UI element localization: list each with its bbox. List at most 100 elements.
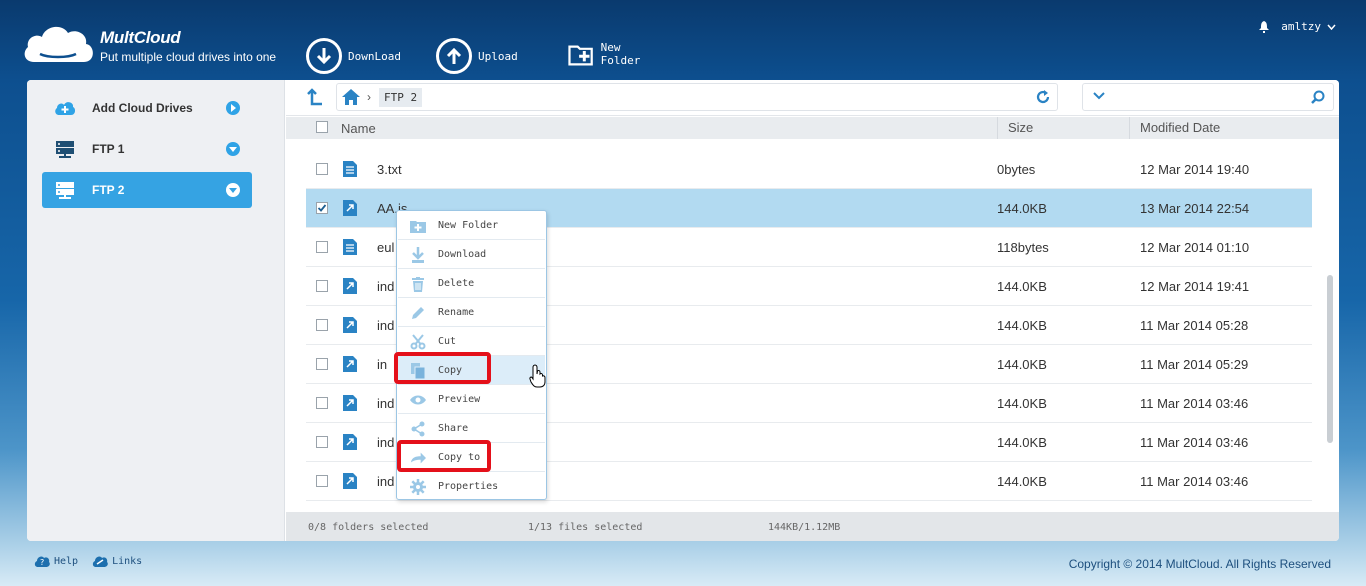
menu-item-label: Properties: [438, 481, 499, 492]
files-selected: 1/13 files selected: [528, 522, 643, 533]
menu-item-new-folder[interactable]: New Folder: [398, 211, 545, 240]
file-name: ind: [377, 318, 395, 333]
expand-arrow-icon[interactable]: [226, 101, 240, 115]
download-label: DownLoad: [348, 49, 401, 63]
text-file-icon: [343, 161, 357, 177]
column-modified-date[interactable]: Modified Date: [1129, 117, 1220, 139]
sidebar-item-ftp-2[interactable]: FTP 2: [42, 172, 252, 208]
menu-item-copy[interactable]: Copy: [398, 356, 545, 385]
eye-icon: [410, 392, 426, 408]
links-link[interactable]: Links: [92, 554, 142, 568]
footer-links: ? Help Links: [34, 554, 142, 568]
new-folder-icon: [410, 218, 426, 234]
menu-item-label: Share: [438, 423, 469, 434]
folders-selected: 0/8 folders selected: [308, 522, 429, 533]
table-row[interactable]: 3.txt 0bytes 12 Mar 2014 19:40: [306, 150, 1312, 189]
menu-item-label: Download: [438, 249, 487, 260]
row-checkbox[interactable]: [316, 202, 328, 217]
home-icon[interactable]: [341, 88, 361, 106]
script-file-icon: [343, 356, 357, 372]
main-panel: Add Cloud Drives FTP 1 FTP 2 › FTP 2 Nam…: [27, 80, 1339, 541]
upload-button[interactable]: Upload: [436, 38, 518, 74]
chevron-down-icon[interactable]: [1093, 91, 1105, 101]
app-logo[interactable]: MultCloud Put multiple cloud drives into…: [20, 18, 280, 68]
sidebar-item-label: FTP 2: [92, 183, 125, 197]
text-file-icon: [343, 239, 357, 255]
go-up-icon[interactable]: [306, 88, 324, 106]
expand-arrow-icon[interactable]: [226, 183, 240, 197]
menu-item-preview[interactable]: Preview: [398, 385, 545, 414]
upload-label: Upload: [478, 49, 518, 63]
search-icon[interactable]: [1311, 90, 1325, 104]
scrollbar[interactable]: [1327, 275, 1333, 443]
menu-item-properties[interactable]: Properties: [398, 472, 545, 501]
table-header: Name Size Modified Date: [286, 117, 1339, 139]
download-icon: [410, 247, 426, 263]
script-file-icon: [343, 395, 357, 411]
file-name: ind: [377, 396, 395, 411]
download-button[interactable]: DownLoad: [306, 38, 401, 74]
username: amltzy: [1281, 20, 1321, 33]
column-name[interactable]: Name: [341, 121, 376, 136]
script-file-icon: [343, 317, 357, 333]
bell-icon: [1259, 20, 1270, 33]
menu-item-label: Delete: [438, 278, 475, 289]
menu-item-label: New Folder: [438, 220, 499, 231]
breadcrumb-separator-icon: ›: [367, 90, 371, 104]
breadcrumb-item[interactable]: FTP 2: [379, 88, 423, 107]
menu-item-copy-to[interactable]: Copy to: [398, 443, 545, 472]
file-size: 144.0KB: [997, 435, 1047, 450]
file-name: eul: [377, 240, 395, 255]
script-file-icon: [343, 278, 357, 294]
file-date: 11 Mar 2014 03:46: [1140, 474, 1249, 489]
menu-item-label: Copy: [438, 365, 463, 376]
share-icon: [410, 421, 426, 437]
file-size: 144.0KB: [997, 318, 1047, 333]
sidebar-item-add-cloud-drives[interactable]: Add Cloud Drives: [42, 90, 252, 126]
user-menu[interactable]: amltzy: [1259, 20, 1336, 33]
script-file-icon: [343, 473, 357, 489]
copy-icon: [410, 363, 426, 379]
link-cloud-icon: [92, 556, 108, 567]
menu-item-cut[interactable]: Cut: [398, 327, 545, 356]
row-checkbox[interactable]: [316, 163, 328, 175]
help-link[interactable]: ? Help: [34, 554, 78, 568]
file-size: 144.0KB: [997, 396, 1047, 411]
hand-cursor-icon: [529, 364, 546, 388]
upload-icon: [436, 38, 472, 74]
menu-item-rename[interactable]: Rename: [398, 298, 545, 327]
expand-arrow-icon[interactable]: [226, 142, 240, 156]
row-checkbox[interactable]: [316, 436, 328, 448]
row-checkbox[interactable]: [316, 397, 328, 409]
file-size: 144.0KB: [997, 201, 1047, 216]
trash-icon: [410, 276, 426, 292]
refresh-icon[interactable]: [1035, 89, 1051, 105]
row-checkbox[interactable]: [316, 280, 328, 292]
new-folder-icon: [568, 45, 593, 66]
gear-icon: [410, 479, 426, 495]
script-file-icon: [343, 200, 357, 216]
app-name: MultCloud: [100, 28, 181, 47]
sidebar-item-ftp-1[interactable]: FTP 1: [42, 131, 252, 167]
row-checkbox[interactable]: [316, 358, 328, 370]
new-folder-label: New Folder: [600, 41, 641, 67]
context-menu: New Folder Download Delete Rename Cut Co…: [396, 210, 547, 500]
row-checkbox[interactable]: [316, 475, 328, 487]
menu-item-delete[interactable]: Delete: [398, 269, 545, 298]
menu-item-label: Preview: [438, 394, 481, 405]
file-date: 11 Mar 2014 05:29: [1140, 357, 1249, 372]
pencil-icon: [410, 305, 426, 321]
search-input[interactable]: [1113, 88, 1303, 106]
column-size[interactable]: Size: [997, 117, 1033, 139]
file-name: 3.txt: [377, 162, 402, 177]
menu-item-share[interactable]: Share: [398, 414, 545, 443]
status-bar: 0/8 folders selected 1/13 files selected…: [286, 512, 1339, 541]
select-all-checkbox[interactable]: [316, 121, 328, 133]
menu-item-download[interactable]: Download: [398, 240, 545, 269]
cloud-plus-icon: [54, 97, 76, 119]
new-folder-button[interactable]: New Folder: [568, 38, 650, 70]
file-size: 0bytes: [997, 162, 1036, 177]
file-date: 12 Mar 2014 19:41: [1140, 279, 1250, 294]
row-checkbox[interactable]: [316, 319, 328, 331]
row-checkbox[interactable]: [316, 241, 328, 253]
